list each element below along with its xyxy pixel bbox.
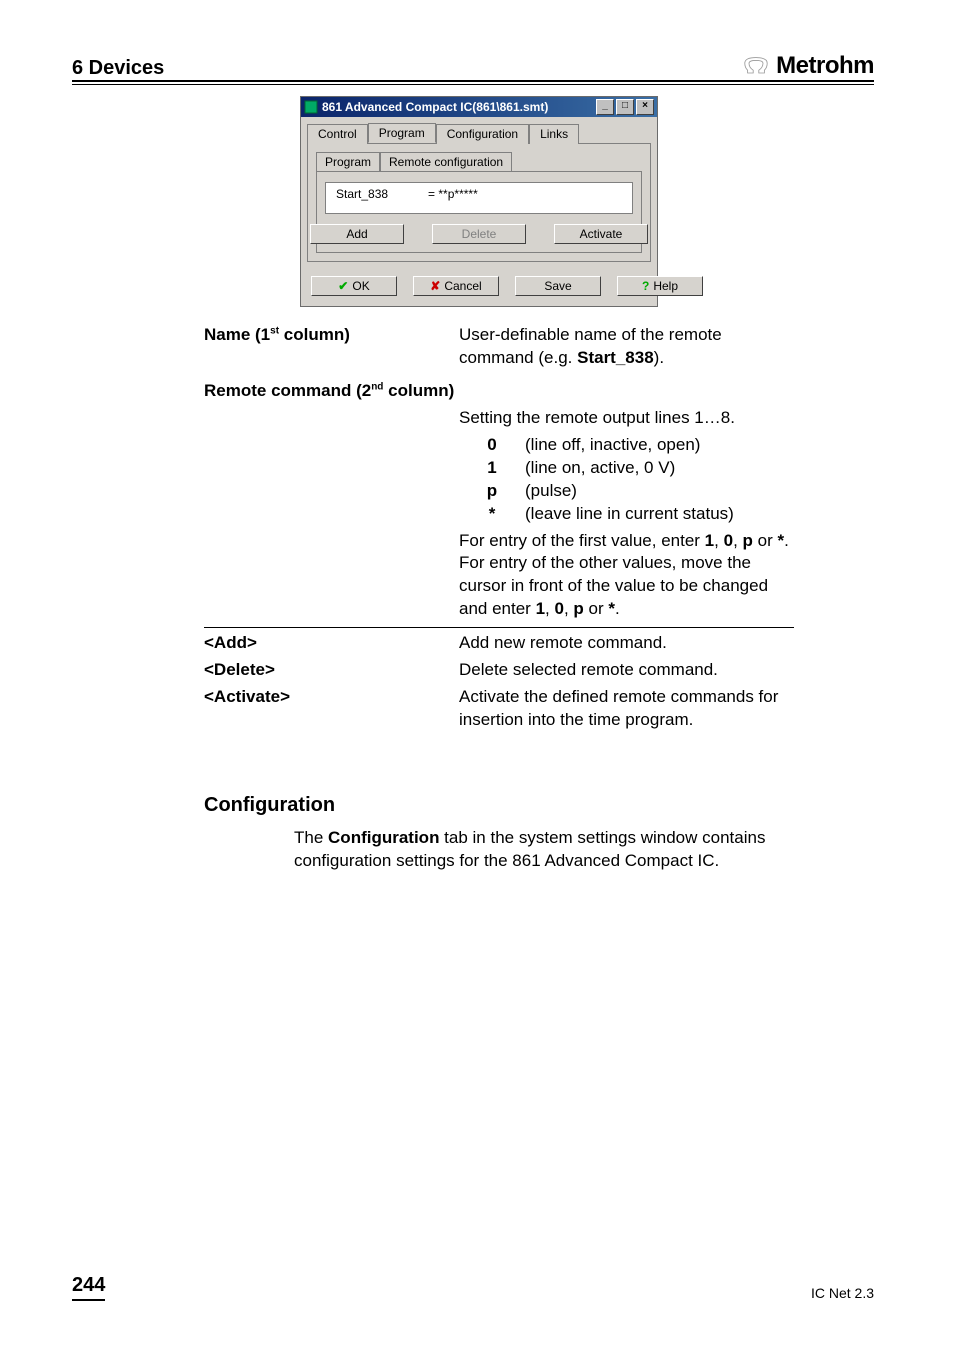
code-desc: (line off, inactive, open) [525, 434, 794, 457]
term-add: <Add> [204, 632, 459, 655]
brand-logo: Metrohm [742, 52, 874, 80]
tab-panel: Program Remote configuration Start_838 =… [307, 143, 651, 262]
list-col-name: Start_838 [336, 187, 388, 201]
page-number: 244 [72, 1274, 105, 1301]
code-row-p: p (pulse) [459, 480, 794, 503]
help-button[interactable]: ? Help [617, 276, 703, 296]
code-desc: (leave line in current status) [525, 503, 794, 526]
body-activate: Activate the defined remote commands for… [459, 686, 794, 732]
remote-entry-other: For entry of the other values, move the … [459, 552, 794, 621]
list-col-command: = **p***** [428, 187, 478, 201]
save-button[interactable]: Save [515, 276, 601, 296]
body-name: User-definable name of the remote comman… [459, 324, 794, 370]
tab-control[interactable]: Control [307, 124, 368, 144]
term-remote: Remote command (2nd column) [204, 380, 459, 403]
activate-button[interactable]: Activate [554, 224, 648, 244]
inner-panel: Start_838 = **p***** Add Delete Activate [316, 171, 642, 253]
code-row-0: 0 (line off, inactive, open) [459, 434, 794, 457]
body-delete: Delete selected remote command. [459, 659, 794, 682]
header-rule-thin [72, 84, 874, 85]
app-icon [304, 100, 318, 114]
term-delete: <Delete> [204, 659, 459, 682]
footer-product: IC Net 2.3 [811, 1285, 874, 1301]
configuration-body: The Configuration tab in the system sett… [294, 827, 794, 873]
code-sym: 0 [459, 434, 525, 457]
code-row-1: 1 (line on, active, 0 V) [459, 457, 794, 480]
check-icon: ✔ [338, 279, 348, 293]
titlebar: 861 Advanced Compact IC(861\861.smt) _ □… [301, 97, 657, 117]
tabs: Control Program Configuration Links [301, 117, 657, 143]
cancel-button[interactable]: ✘ Cancel [413, 276, 499, 296]
metrohm-omega-icon [742, 56, 770, 76]
code-desc: (pulse) [525, 480, 794, 503]
term-activate: <Activate> [204, 686, 459, 732]
add-button[interactable]: Add [310, 224, 404, 244]
separator [204, 627, 794, 628]
delete-button[interactable]: Delete [432, 224, 526, 244]
code-sym: 1 [459, 457, 525, 480]
code-sym: * [459, 503, 525, 526]
help-label: Help [653, 279, 678, 293]
close-button[interactable]: × [636, 99, 654, 115]
ok-button[interactable]: ✔ OK [311, 276, 397, 296]
remote-entry-first: For entry of the first value, enter 1, 0… [459, 530, 794, 553]
tab-links[interactable]: Links [529, 124, 579, 144]
x-icon: ✘ [430, 279, 440, 293]
term-name: Name (1st column) [204, 324, 459, 370]
remote-intro: Setting the remote output lines 1…8. [459, 407, 794, 430]
window-title: 861 Advanced Compact IC(861\861.smt) [322, 100, 548, 114]
minimize-button[interactable]: _ [596, 99, 614, 115]
code-sym: p [459, 480, 525, 503]
body-remote: Setting the remote output lines 1…8. 0 (… [459, 407, 794, 621]
code-row-star: * (leave line in current status) [459, 503, 794, 526]
dialog-screenshot: 861 Advanced Compact IC(861\861.smt) _ □… [300, 96, 658, 307]
section-header: 6 Devices [72, 57, 164, 80]
tab-program[interactable]: Program [368, 123, 436, 143]
cancel-label: Cancel [444, 279, 481, 293]
header-rule [72, 80, 874, 82]
inner-tab-program[interactable]: Program [316, 152, 380, 171]
question-icon: ? [642, 279, 649, 293]
code-desc: (line on, active, 0 V) [525, 457, 794, 480]
ok-label: OK [352, 279, 369, 293]
inner-tab-remote-config[interactable]: Remote configuration [380, 152, 512, 171]
configuration-heading: Configuration [204, 792, 794, 819]
brand-text: Metrohm [776, 52, 874, 80]
program-list-row[interactable]: Start_838 = **p***** [325, 182, 633, 214]
body-add: Add new remote command. [459, 632, 794, 655]
maximize-button[interactable]: □ [616, 99, 634, 115]
tab-configuration[interactable]: Configuration [436, 124, 529, 144]
